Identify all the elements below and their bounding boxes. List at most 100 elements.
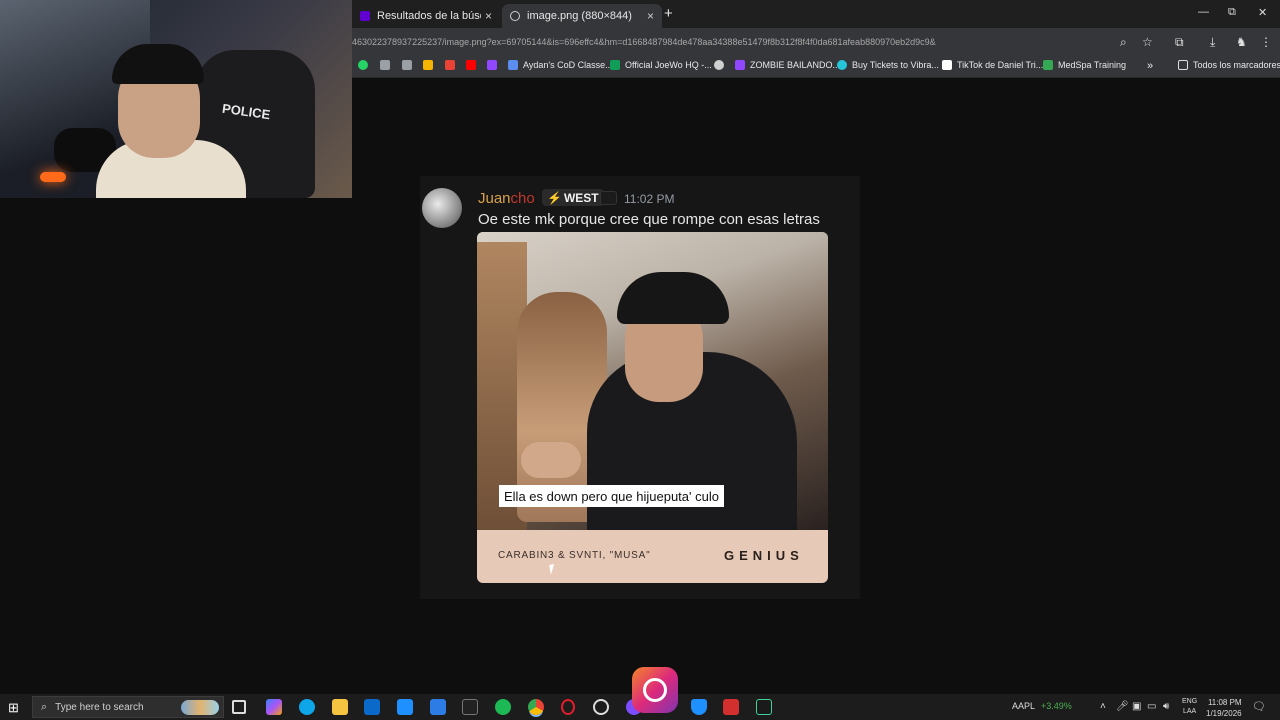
photo-hand	[521, 442, 581, 478]
search-icon: ⌕	[41, 700, 48, 713]
notification-icon[interactable]: 🗨︎	[1252, 700, 1266, 713]
shield-icon[interactable]	[691, 699, 707, 715]
app-icon[interactable]	[462, 699, 478, 715]
chrome-icon[interactable]	[528, 699, 544, 715]
restore-button[interactable]: ⧉	[1228, 6, 1236, 19]
tab-image[interactable]: image.png (880×844) ×	[502, 4, 662, 28]
extensions-icon[interactable]: ⧉	[1175, 35, 1184, 50]
bookmark-cod[interactable]: Aydan's CoD Classe...	[508, 60, 613, 70]
app-icon[interactable]	[756, 699, 772, 715]
gmail-icon	[445, 60, 455, 70]
webcam-overlay: POLICE	[0, 0, 352, 198]
instagram-icon	[632, 667, 678, 713]
file-explorer-icon[interactable]	[332, 699, 348, 715]
close-window-button[interactable]: ✕	[1258, 6, 1267, 19]
tab-search-results[interactable]: Resultados de la búsqueda de ×	[352, 4, 500, 28]
avatar[interactable]	[422, 188, 462, 228]
webcam-lamp	[40, 172, 66, 182]
yahoo-icon	[360, 11, 370, 21]
bookmark-item[interactable]	[380, 60, 395, 70]
bookmark-item[interactable]	[466, 60, 481, 70]
drive-icon	[1043, 60, 1053, 70]
tray-chevron-icon[interactable]: ˄	[1100, 701, 1106, 712]
edge-icon[interactable]	[299, 699, 315, 715]
zoom-icon[interactable]: ⌕	[1120, 35, 1127, 50]
clock[interactable]: 11:08 PM 1/19/2026	[1206, 697, 1242, 719]
keyboard-layout: LAA	[1182, 708, 1197, 715]
app-icon[interactable]	[397, 699, 413, 715]
bookmark-item[interactable]	[358, 60, 373, 70]
bookmark-label: Buy Tickets to Vibra...	[852, 60, 939, 70]
new-tab-button[interactable]: +	[664, 5, 673, 22]
browser-tab-strip: Resultados de la búsqueda de × image.png…	[352, 0, 1280, 28]
bookmark-tickets[interactable]: Buy Tickets to Vibra...	[837, 60, 939, 70]
search-placeholder: Type here to search	[55, 701, 144, 713]
badge-label: WEST	[563, 190, 599, 205]
tab-label: Resultados de la búsqueda de	[377, 10, 481, 22]
microphone-icon[interactable]: 🎤︎	[1116, 701, 1129, 712]
sheets-icon	[610, 60, 620, 70]
mouse-cursor	[549, 563, 561, 575]
stock-widget[interactable]: AAPL +3.49%	[1012, 701, 1072, 711]
all-bookmarks-button[interactable]: Todos los marcadores	[1178, 60, 1280, 70]
bookmark-joewo[interactable]: Official JoeWo HQ -...	[610, 60, 712, 70]
voicemeeter-icon[interactable]	[723, 699, 739, 715]
tray-app-icon[interactable]: ▣	[1132, 701, 1141, 712]
bookmark-item[interactable]	[423, 60, 438, 70]
bookmark-item[interactable]	[714, 60, 729, 70]
outlook-icon[interactable]	[364, 699, 380, 715]
tab-label: image.png (880×844)	[527, 10, 632, 22]
clock-time: 11:08 PM	[1207, 698, 1242, 707]
stock-symbol: AAPL	[1012, 701, 1036, 711]
folder-icon	[1178, 60, 1188, 70]
box-icon	[380, 60, 390, 70]
pin-icon	[714, 60, 724, 70]
song-credit: CARABIN3 & SVNTI, "MUSA"	[498, 550, 651, 561]
message-text: Oe este mk porque cree que rompe con esa…	[478, 211, 820, 228]
role-icon	[600, 191, 617, 205]
bookmark-tiktok[interactable]: TikTok de Daniel Tri...	[942, 60, 1043, 70]
volume-icon[interactable]: 🔊︎	[1163, 701, 1169, 712]
store-icon[interactable]	[430, 699, 446, 715]
minimize-button[interactable]: —	[1198, 6, 1209, 18]
tab-close-icon[interactable]: ×	[647, 9, 654, 23]
bookmark-item[interactable]	[487, 60, 502, 70]
obs-icon[interactable]	[593, 699, 609, 715]
cod-icon	[508, 60, 518, 70]
username-part: cho	[510, 190, 535, 207]
username-part: Juan	[478, 190, 511, 207]
bookmark-medspa[interactable]: MedSpa Training	[1043, 60, 1126, 70]
menu-kebab-icon[interactable]: ⋮	[1260, 35, 1272, 49]
copilot-icon[interactable]	[266, 699, 282, 715]
language-code: ENG	[1182, 698, 1198, 705]
tab-close-icon[interactable]: ×	[485, 9, 492, 23]
bookmark-item[interactable]	[402, 60, 417, 70]
network-icon[interactable]: ▭	[1147, 701, 1156, 712]
twitch-icon	[735, 60, 745, 70]
genius-logo: GENIUS	[724, 548, 804, 563]
url-field[interactable]: 463022378937225237/image.png?ex=69705144…	[352, 37, 1112, 47]
download-icon[interactable]: ⤓	[1210, 35, 1215, 50]
more-bookmarks-button[interactable]: »	[1147, 60, 1153, 72]
search-highlight-art	[181, 700, 219, 715]
embedded-image[interactable]: Ella es down pero que hijueputa' culo CA…	[477, 232, 828, 583]
message-timestamp: 11:02 PM	[624, 192, 675, 206]
windows-start-icon[interactable]: ⊞	[8, 700, 19, 716]
spotify-icon[interactable]	[495, 699, 511, 715]
all-bookmarks-label: Todos los marcadores	[1193, 60, 1280, 70]
bookmark-star-icon[interactable]: ☆	[1142, 35, 1153, 49]
profile-extension-icon[interactable]: ♞	[1236, 35, 1247, 49]
address-bar-row: 463022378937225237/image.png?ex=69705144…	[352, 28, 1280, 56]
taskbar-search-input[interactable]: ⌕ Type here to search	[32, 696, 224, 718]
ticket-icon	[837, 60, 847, 70]
username[interactable]: Juancho	[478, 190, 535, 207]
clan-badge: ⚡ WEST	[542, 189, 604, 206]
bookmark-zombie[interactable]: ZOMBIE BAILANDO...	[735, 60, 840, 70]
task-view-icon[interactable]	[232, 700, 246, 714]
opera-icon[interactable]	[561, 699, 575, 715]
youtube-icon	[466, 60, 476, 70]
language-indicator[interactable]: ENG LAA	[1182, 697, 1197, 717]
grid-icon	[402, 60, 412, 70]
bookmark-item[interactable]	[445, 60, 460, 70]
bookmark-label: Aydan's CoD Classe...	[523, 60, 613, 70]
